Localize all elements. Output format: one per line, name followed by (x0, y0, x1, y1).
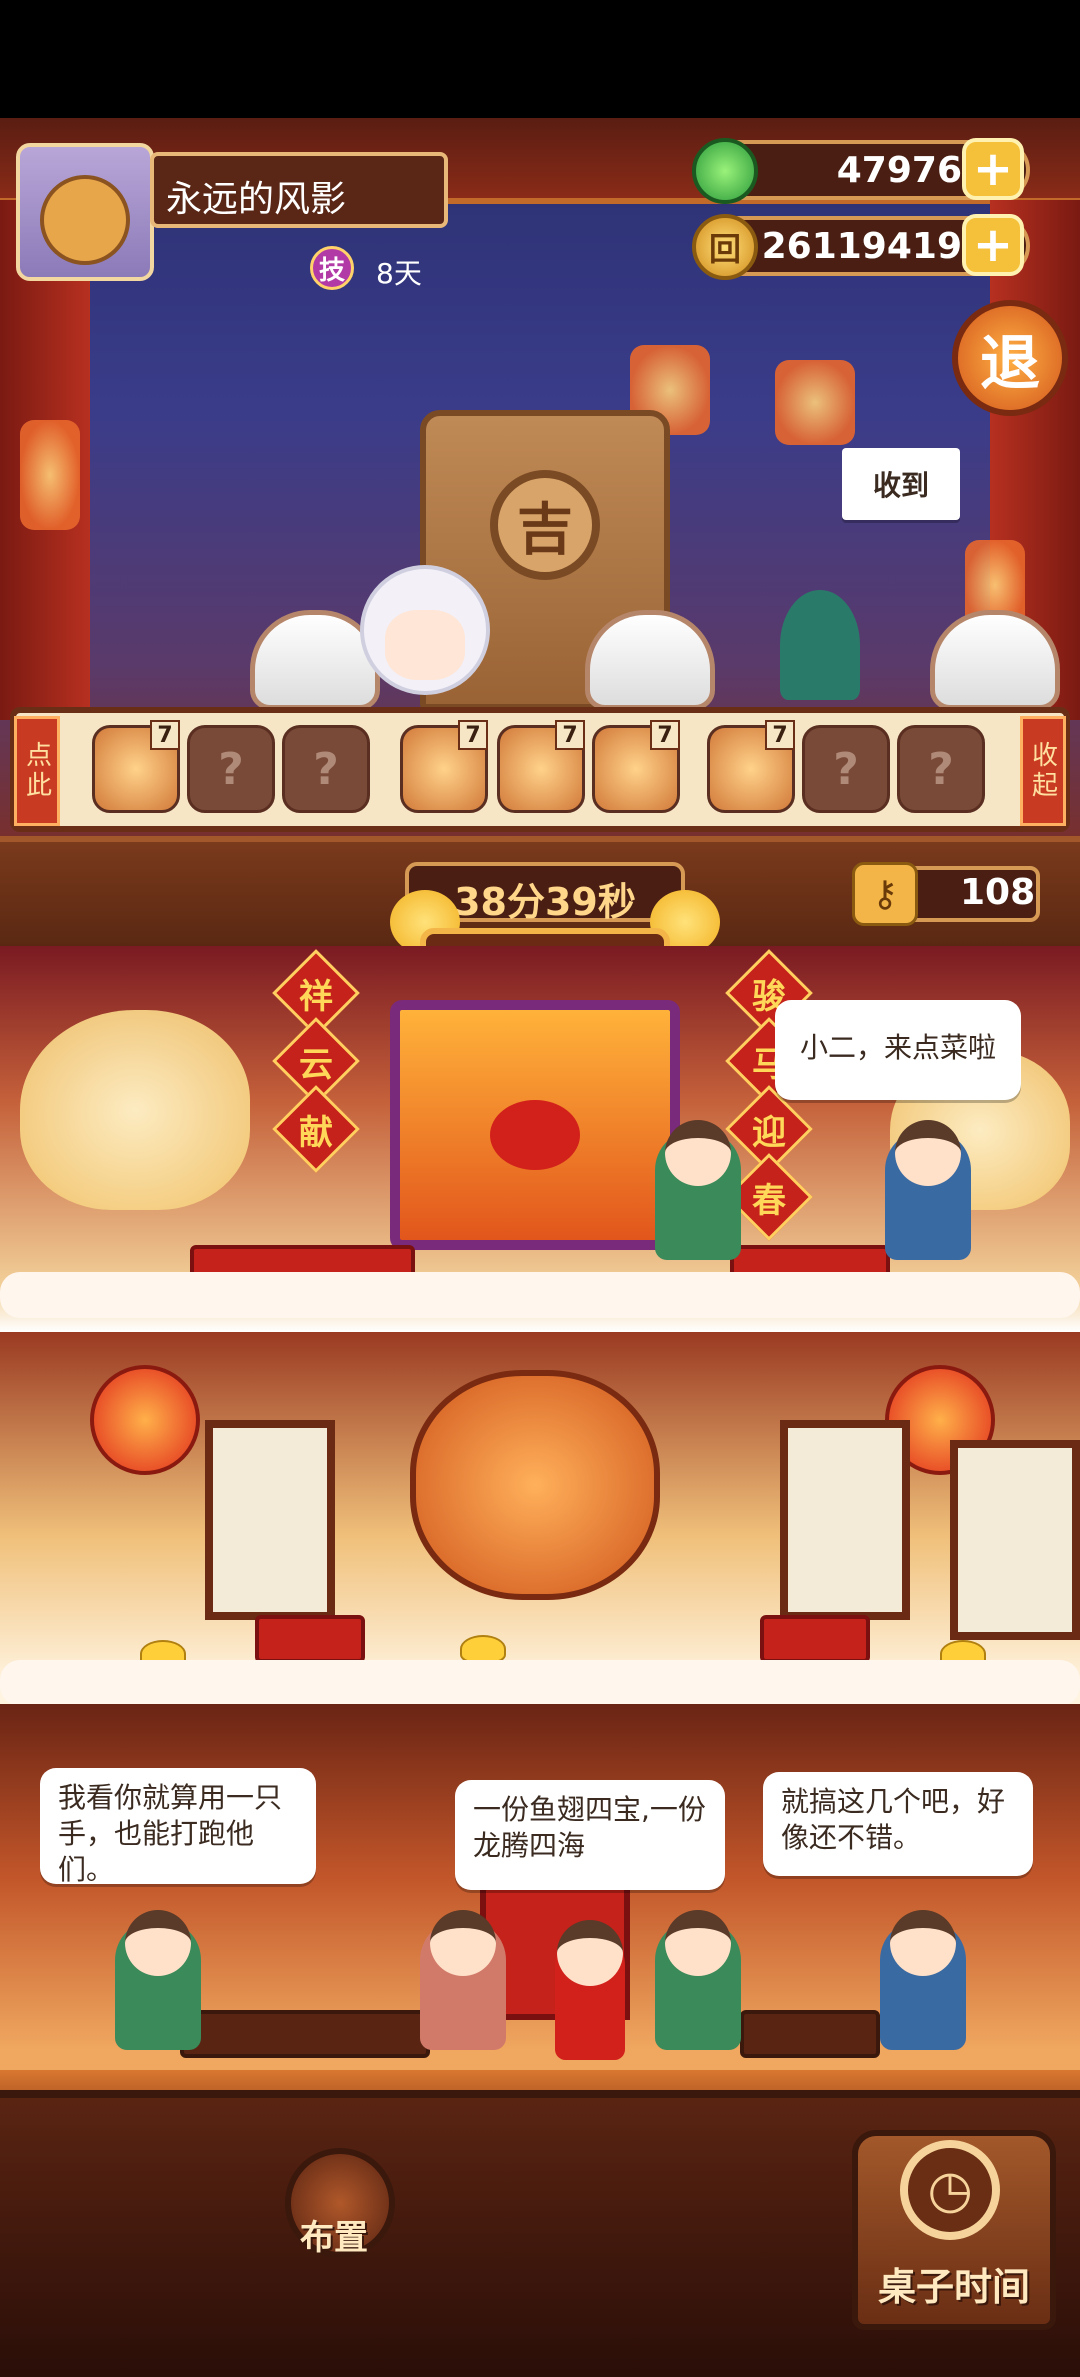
couplet-char: 迎 (752, 1112, 786, 1153)
speech-text: 一份鱼翅四宝,一份龙腾四海 (473, 1793, 706, 1862)
snow-ledge (0, 1272, 1080, 1318)
painted-screen (780, 1420, 910, 1620)
speech-bubble: 一份鱼翅四宝,一份龙腾四海 (455, 1780, 725, 1890)
exit-button[interactable]: 退 (952, 300, 1068, 416)
add-coin-button[interactable]: + (962, 214, 1024, 276)
coin-icon: 回 (692, 214, 758, 280)
painted-screen (205, 1420, 335, 1620)
skill-days: 8天 (376, 257, 422, 290)
speech-text: 我看你就算用一只手，也能打跑他们。 (58, 1781, 283, 1886)
empty-dish-slot[interactable]: ? (897, 725, 985, 813)
dish-count-badge: 7 (555, 720, 585, 750)
player-name: 永远的风影 (150, 152, 448, 228)
customer[interactable] (655, 1120, 741, 1260)
speech-text: 小二，来点菜啦 (799, 1031, 996, 1064)
couplet-char: 云 (299, 1044, 333, 1085)
key-icon: ⚷ (852, 862, 918, 926)
couplet-char: 祥 (299, 976, 333, 1017)
sky-lantern (775, 360, 855, 445)
painted-screen (950, 1440, 1080, 1640)
fish-icon (490, 1100, 580, 1170)
dish-bar-collapse[interactable]: 收起 (1020, 716, 1066, 826)
empty-dish-slot[interactable]: ? (187, 725, 275, 813)
snow-ledge (0, 1660, 1080, 1706)
red-lantern (90, 1365, 200, 1475)
customer[interactable] (420, 1910, 506, 2050)
dish-count-badge: 7 (765, 720, 795, 750)
couplet-char: 献 (299, 1112, 333, 1153)
steamer-pot[interactable] (930, 610, 1060, 710)
dish-count-badge: 7 (150, 720, 180, 750)
paper-horse-decoration (20, 1010, 250, 1210)
dish-bar-expand[interactable]: 点此 (14, 716, 60, 826)
customer[interactable] (880, 1910, 966, 2050)
bear-avatar-icon (40, 175, 130, 265)
gold-ingot-icon (460, 1635, 506, 1663)
waiter-character[interactable] (555, 1920, 625, 2060)
skill-icon[interactable]: 技 (310, 246, 354, 290)
table-time-label: 桌子时间 (877, 2265, 1030, 2309)
receive-button[interactable]: 收到 (842, 448, 960, 520)
key-count: 108 (960, 872, 1036, 913)
lucky-seal: 吉 (490, 470, 600, 580)
steamer-pot[interactable] (585, 610, 715, 710)
clock-icon: ◷ (900, 2140, 1000, 2240)
lucky-horse-statue (410, 1370, 660, 1600)
speech-bubble: 就搞这几个吧，好像还不错。 (763, 1772, 1033, 1876)
customer[interactable] (115, 1910, 201, 2050)
dining-table[interactable] (740, 2010, 880, 2058)
customer[interactable] (655, 1910, 741, 2050)
empty-dish-slot[interactable]: ? (282, 725, 370, 813)
dish-count-badge: 7 (650, 720, 680, 750)
dish-count-badge: 7 (458, 720, 488, 750)
chef-green-hat (780, 590, 860, 700)
add-jade-button[interactable]: + (962, 138, 1024, 200)
couplet-char: 春 (752, 1180, 786, 1221)
chef-face (385, 610, 465, 680)
jade-icon (692, 138, 758, 204)
dining-table[interactable] (255, 1615, 365, 1663)
dining-table[interactable] (760, 1615, 870, 1663)
customer[interactable] (885, 1120, 971, 1260)
speech-bubble: 小二，来点菜啦 (775, 1000, 1021, 1100)
speech-text: 就搞这几个吧，好像还不错。 (781, 1785, 1006, 1854)
speech-bubble: 我看你就算用一只手，也能打跑他们。 (40, 1768, 316, 1886)
dining-table[interactable] (180, 2010, 430, 2058)
sky-lantern (20, 420, 80, 530)
empty-dish-slot[interactable]: ? (802, 725, 890, 813)
place-decor-label: 布置 (300, 2218, 368, 2258)
status-bar-area (0, 0, 1080, 118)
